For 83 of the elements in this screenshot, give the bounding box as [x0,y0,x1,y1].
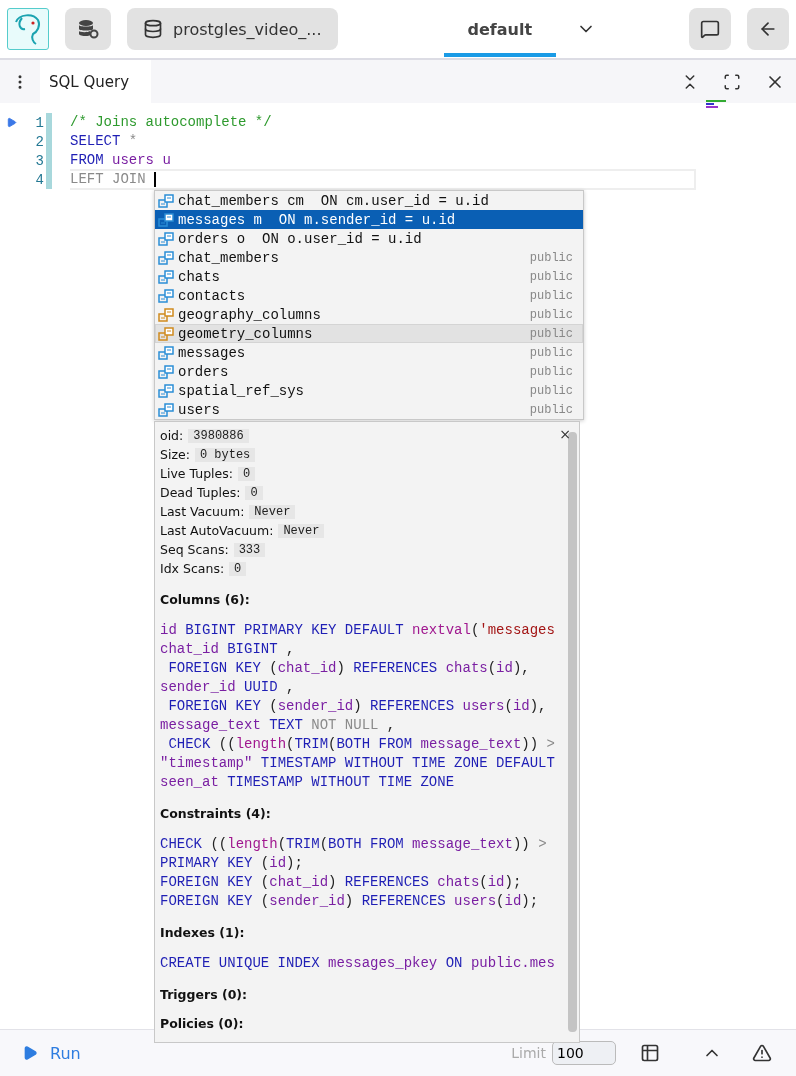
code-line: id BIGINT PRIMARY KEY DEFAULT nextval('messages [160,621,556,640]
code-line: "timestamp" TIMESTAMP WITHOUT TIME ZONE DEFAULT [160,754,556,773]
limit-label: Limit [511,1045,546,1061]
suggestion-item[interactable]: orders o ON o.user_id = u.id [155,229,583,248]
stat-value: 0 [229,561,247,576]
stat-label: oid: [160,428,184,443]
suggestion-item[interactable]: chat_members cm ON cm.user_id = u.id [155,191,583,210]
stat-value: 0 [238,466,256,481]
code-line: CREATE UNIQUE INDEX messages_pkey ON public.mes [160,954,556,973]
table-icon [158,269,174,284]
suggestion-item[interactable]: messages m ON m.sender_id = u.id [155,210,583,229]
code-line: FROM users u [70,152,171,169]
run-line-icon[interactable] [6,117,17,128]
code-line: FOREIGN KEY (chat_id) REFERENCES chats(id); [160,873,523,892]
stat-value: 3980886 [188,428,249,443]
code-line: FOREIGN KEY (sender_id) REFERENCES users(id), [167,697,548,716]
line-number: 3 [35,152,45,169]
window-tab[interactable]: SQL Query [40,60,152,103]
stat-label: Live Tuples: [160,466,233,481]
code-line: FOREIGN KEY (chat_id) REFERENCES chats(id), [167,659,531,678]
section-title: Indexes (1): [160,925,246,940]
play-icon [22,1045,38,1061]
suggestion-item[interactable]: users public [155,400,583,419]
code-line: CHECK ((length(TRIM(BOTH FROM message_text)) > [160,835,548,854]
suggestion-item[interactable]: contacts public [155,286,583,305]
stat-label: Last Vacuum: [160,504,245,519]
stat-label: Dead Tuples: [160,485,241,500]
section-title: Triggers (0): [160,987,249,1002]
code-line: sender_id UUID , [160,678,296,697]
table-icon [158,307,174,322]
table-icon [158,288,174,303]
stat-value: Never [278,523,325,538]
table-icon [158,345,174,360]
stat-value: Never [249,504,296,519]
back-button[interactable] [747,8,789,50]
table-icon [158,402,174,417]
database-button[interactable]: prostgles_video_... [127,8,338,50]
line-number: 4 [35,171,45,188]
suggestion-item[interactable]: chats public [155,267,583,286]
table-icon [158,326,174,341]
suggestion-item[interactable]: geography_columns public [155,305,583,324]
line-number: 1 [35,114,45,131]
run-button[interactable]: Run [16,1042,87,1064]
code-line: FOREIGN KEY (sender_id) REFERENCES users(id); [160,892,540,911]
line-number: 2 [35,133,45,150]
code-line: LEFT JOIN [70,169,696,190]
code-line: PRIMARY KEY (id); [160,854,304,873]
database-icon [143,19,163,39]
stat-label: Idx Scans: [160,561,225,576]
suggestion-item[interactable]: geometry_columns public [155,324,583,343]
stat-label: Seq Scans: [160,542,229,557]
table-icon [158,364,174,379]
code-line: CHECK ((length(TRIM(BOTH FROM message_text)) > [167,735,556,754]
stat-value: 333 [233,542,266,557]
stat-value: 0 bytes [194,447,256,462]
suggestion-item[interactable]: orders public [155,362,583,381]
code-line: /* Joins autocomplete */ [70,114,272,131]
section-title: Columns (6): [160,592,251,607]
stat-label: Size: [160,447,190,462]
table-icon [158,193,174,208]
code-line: message_text TEXT NOT NULL , [160,716,397,735]
section-title: Constraints (4): [160,806,272,821]
code-line: chat_id BIGINT , [160,640,296,659]
table-icon [158,212,174,227]
limit-field[interactable]: 100 [552,1041,616,1065]
code-line: seen_at TIMESTAMP WITHOUT TIME ZONE [160,773,456,792]
stat-label: Last AutoVacuum: [160,523,274,538]
feedback-button[interactable] [689,8,731,50]
stat-value: 0 [245,485,263,500]
message-icon [700,19,720,39]
suggestion-item[interactable]: chat_members public [155,248,583,267]
suggestion-item[interactable]: spatial_ref_sys public [155,381,583,400]
table-icon [158,231,174,246]
database-settings-button[interactable] [65,8,111,50]
close-button[interactable]: × [559,426,571,442]
table-icon [158,383,174,398]
code-line: SELECT * [70,133,138,150]
suggestion-item[interactable]: messages public [155,343,583,362]
database-gear-icon [77,18,99,40]
logo-icon[interactable] [7,8,49,50]
table-icon [158,250,174,265]
section-title: Policies (0): [160,1016,245,1031]
scrollbar[interactable] [568,432,577,1032]
